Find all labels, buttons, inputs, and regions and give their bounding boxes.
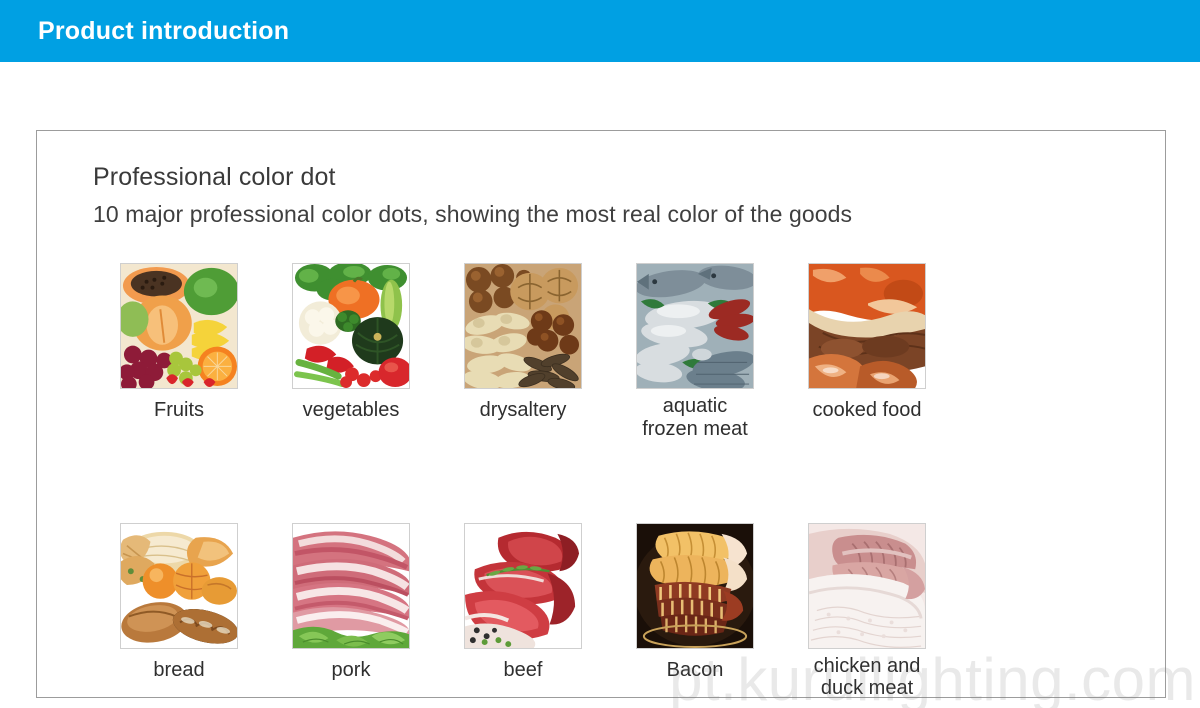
category-label: bread [153, 658, 205, 681]
category-label: beef [503, 658, 543, 681]
category-label: Fruits [154, 399, 204, 421]
category-card-fruits: Fruits [93, 263, 265, 441]
vegetables-photo [292, 263, 410, 389]
fruits-photo [120, 263, 238, 389]
category-card-pork: pork [265, 522, 437, 701]
category-card-cooked-food: cooked food [781, 263, 953, 441]
category-label: drysaltery [479, 399, 567, 421]
food-category-grid: Fruits vegetables drysaltery aquatic fro… [93, 263, 1113, 700]
category-label: aquatic frozen meat [642, 395, 748, 440]
cooked-food-photo [808, 263, 926, 389]
category-label: Bacon [666, 658, 724, 681]
category-label: vegetables [302, 399, 400, 421]
bread-photo [120, 522, 238, 649]
category-card-drysaltery: drysaltery [437, 263, 609, 441]
category-label: pork [331, 658, 371, 681]
header-bar: Product introduction [0, 0, 1200, 62]
category-card-bread: bread [93, 522, 265, 701]
chicken-duck-meat-photo [808, 522, 926, 649]
category-card-aquatic-frozen-meat: aquatic frozen meat [609, 263, 781, 441]
panel-subheading: 10 major professional color dots, showin… [93, 201, 853, 227]
page-title: Product introduction [38, 16, 290, 45]
category-card-vegetables: vegetables [265, 263, 437, 441]
category-card-bacon: Bacon [609, 522, 781, 701]
category-label: chicken and duck meat [813, 654, 921, 700]
category-label: cooked food [812, 399, 922, 421]
content-panel: Professional color dot 10 major professi… [36, 130, 1166, 700]
panel-heading: Professional color dot [93, 163, 336, 191]
grid-row: Fruits vegetables drysaltery aquatic fro… [93, 263, 953, 441]
drysaltery-nuts-photo [464, 263, 582, 389]
category-card-beef: beef [437, 522, 609, 701]
bacon-photo [636, 522, 754, 649]
beef-photo [464, 522, 582, 649]
grid-row: bread pork beef Bacon chicken and duck m… [93, 522, 953, 701]
product-introduction-page: Product introduction Professional color … [0, 0, 1200, 708]
aquatic-frozen-meat-photo [636, 263, 754, 389]
pork-photo [292, 522, 410, 649]
category-card-chicken-duck-meat: chicken and duck meat [781, 522, 953, 701]
